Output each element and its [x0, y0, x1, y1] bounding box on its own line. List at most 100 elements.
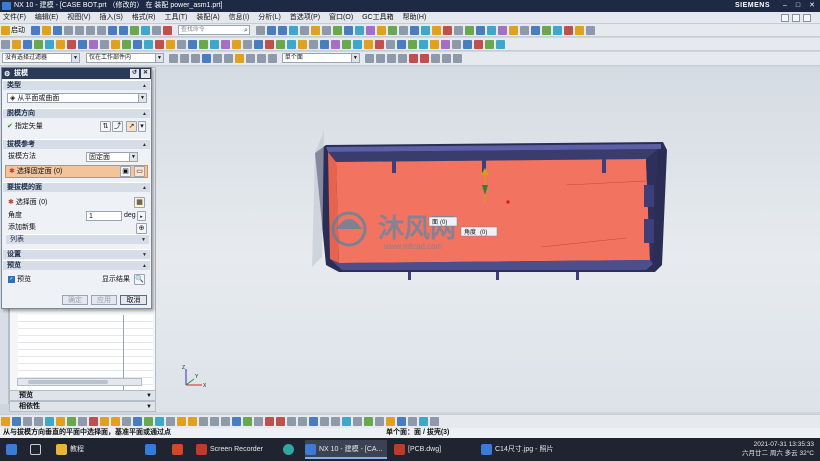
feature-select-icon[interactable] — [201, 54, 211, 63]
n-sided-icon[interactable] — [474, 40, 483, 49]
navigator-scrollbar[interactable] — [17, 378, 142, 386]
subtract-icon[interactable] — [166, 40, 175, 49]
point-icon[interactable] — [34, 40, 43, 49]
navigator-preview-header[interactable]: 预览 ▼ — [9, 390, 156, 401]
polygon-icon[interactable] — [309, 417, 318, 426]
pocket-icon[interactable] — [89, 40, 98, 49]
assembly-icon[interactable] — [376, 26, 386, 35]
menu-gc-toolbox[interactable]: GC工具箱 — [362, 12, 394, 24]
list-section[interactable]: 列表 ▼ — [6, 234, 149, 244]
helix-icon[interactable] — [408, 40, 417, 49]
command-search-input[interactable]: 查找命令 ⌕ — [177, 25, 250, 35]
component-select-icon[interactable] — [267, 54, 277, 63]
snap-intersection-icon[interactable] — [397, 54, 407, 63]
window-icon[interactable] — [140, 26, 150, 35]
fillet-icon[interactable] — [320, 417, 329, 426]
wrap-icon[interactable] — [221, 40, 230, 49]
show-result-icon[interactable]: 🔍 — [134, 274, 145, 285]
doc-close-button[interactable] — [803, 14, 811, 22]
swept-icon[interactable] — [452, 40, 461, 49]
boss-icon[interactable] — [100, 40, 109, 49]
datum-plane-icon[interactable] — [1, 40, 10, 49]
wireframe-icon[interactable] — [78, 417, 87, 426]
reset-button[interactable]: ↺ — [130, 69, 139, 78]
mirror-icon[interactable] — [508, 26, 518, 35]
trim-icon[interactable] — [519, 26, 529, 35]
snap-existing-icon[interactable] — [430, 54, 440, 63]
curve-select-icon[interactable] — [245, 54, 255, 63]
datum-csys-icon[interactable] — [23, 40, 32, 49]
section-reference[interactable]: 拔模参考 ▲ — [3, 139, 150, 149]
taskbar-item-autocad[interactable]: [PCB.dwg] — [394, 440, 474, 459]
drafting-icon[interactable] — [574, 26, 584, 35]
hole-icon[interactable] — [398, 26, 408, 35]
face-select-icon[interactable] — [223, 54, 233, 63]
point-view-icon[interactable] — [342, 417, 351, 426]
paint-icon[interactable] — [111, 417, 120, 426]
paste-icon[interactable] — [96, 26, 106, 35]
offset-region-icon[interactable] — [287, 40, 296, 49]
angle-dropdown-icon[interactable]: ▸ — [137, 211, 146, 221]
section-settings[interactable]: 设置 ▼ — [3, 249, 150, 259]
more-icon[interactable] — [585, 26, 595, 35]
emboss-icon[interactable] — [210, 40, 219, 49]
menu-tools[interactable]: 工具(T) — [164, 12, 187, 24]
label-chamfer-icon[interactable] — [309, 40, 318, 49]
intersect-icon[interactable] — [177, 40, 186, 49]
cylinder-icon[interactable] — [56, 40, 65, 49]
face-pick-icon[interactable]: ▦ — [134, 197, 145, 208]
start-label[interactable]: 启动 — [11, 24, 25, 36]
task-view-button[interactable] — [30, 440, 44, 459]
unite-icon[interactable] — [155, 40, 164, 49]
doc-minimize-button[interactable] — [781, 14, 789, 22]
arc-icon[interactable] — [276, 417, 285, 426]
delete-face-icon[interactable] — [265, 40, 274, 49]
layout-icon[interactable] — [155, 417, 164, 426]
menu-insert[interactable]: 插入(S) — [100, 12, 123, 24]
snap-on-face-icon[interactable] — [452, 54, 462, 63]
trimetric-icon[interactable] — [45, 417, 54, 426]
sphere-icon[interactable] — [78, 40, 87, 49]
spline-icon[interactable] — [342, 40, 351, 49]
taskbar-item-edge[interactable] — [283, 440, 297, 459]
synchronous-icon[interactable] — [320, 40, 329, 49]
preview-checkbox[interactable]: ✓ 预览 — [8, 275, 31, 285]
taskbar-item-photos[interactable]: C14尺寸.jpg - 照片 — [481, 440, 567, 459]
section-faces[interactable]: 要拔模的面 ▲ — [3, 182, 150, 192]
vector-dialog-icon[interactable]: ⤴ — [112, 121, 123, 132]
cut-icon[interactable] — [74, 26, 84, 35]
menu-help[interactable]: 帮助(H) — [403, 12, 427, 24]
model-view[interactable]: 沐风网 www.mfcad.com 面 (0) 角度 (0) Z X Y — [156, 67, 820, 412]
render-style-icon[interactable] — [299, 26, 309, 35]
ruled-icon[interactable] — [463, 40, 472, 49]
menu-view[interactable]: 视图(V) — [67, 12, 90, 24]
snap-quadrant-icon[interactable] — [419, 54, 429, 63]
hide-icon[interactable] — [199, 417, 208, 426]
cone-icon[interactable] — [67, 40, 76, 49]
chamfer-icon[interactable] — [464, 26, 474, 35]
add-set-icon[interactable]: ⊕ — [136, 223, 147, 234]
snap-control-icon[interactable] — [386, 54, 396, 63]
curve-icon[interactable] — [331, 40, 340, 49]
draft-type-select[interactable]: ◈ 从平面或曲面 ▼ — [7, 93, 147, 103]
section-direction[interactable]: 脱模方向 ▲ — [3, 108, 150, 118]
patch-icon[interactable] — [243, 40, 252, 49]
rib-icon[interactable] — [144, 40, 153, 49]
more2-icon[interactable] — [496, 40, 505, 49]
surface-icon[interactable] — [430, 40, 439, 49]
project-icon[interactable] — [364, 40, 373, 49]
snap-view-icon[interactable] — [243, 417, 252, 426]
grid-view-icon[interactable] — [254, 417, 263, 426]
point-select-icon[interactable] — [256, 54, 266, 63]
clip-icon[interactable] — [122, 417, 131, 426]
doc-restore-button[interactable] — [792, 14, 800, 22]
bridge-icon[interactable] — [353, 40, 362, 49]
constraint-icon[interactable] — [387, 26, 397, 35]
draft-icon[interactable] — [486, 26, 496, 35]
scope-filter-select[interactable]: 仅在工作部件内 ▼ — [85, 53, 164, 63]
wcs-icon[interactable] — [343, 26, 353, 35]
fit-view-icon[interactable] — [1, 417, 10, 426]
specify-vector-row[interactable]: ✔ 指定矢量 — [7, 122, 43, 132]
edge-display-icon[interactable] — [89, 417, 98, 426]
cross-icon[interactable] — [331, 417, 340, 426]
